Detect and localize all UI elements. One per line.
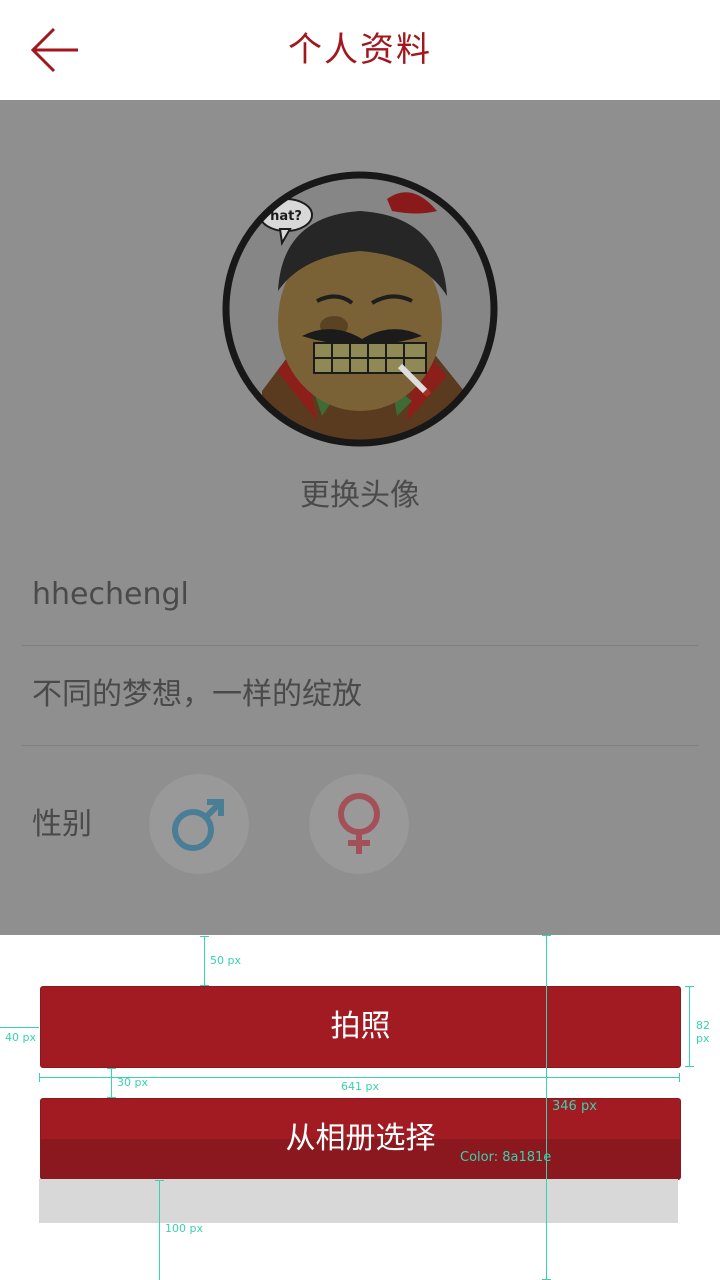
- annotation-line: [689, 986, 690, 1067]
- photo-action-sheet: 拍照 从相册选择: [0, 935, 720, 1280]
- annotation-line: [204, 936, 205, 986]
- female-symbol-icon: [338, 793, 380, 854]
- annotation-left-gap: 40 px: [5, 1031, 36, 1044]
- male-symbol-icon: [172, 799, 224, 851]
- username-text: hhechengl: [32, 577, 189, 612]
- avatar-image: hat?: [222, 171, 498, 447]
- annotation-tick: [685, 986, 694, 987]
- annotation-top-gap: 50 px: [210, 954, 241, 967]
- annotation-line: [0, 1027, 39, 1028]
- gender-label: 性别: [32, 807, 92, 842]
- annotation-tick: [679, 1073, 680, 1082]
- annotation-color: Color: 8a181e: [460, 1150, 551, 1165]
- avatar[interactable]: hat?: [222, 171, 498, 447]
- annotation-button-width: 641 px: [341, 1080, 379, 1093]
- annotation-sheet-height: 346 px: [552, 1099, 597, 1114]
- top-bar: 个人资料: [0, 0, 720, 100]
- annotation-tick: [39, 1073, 40, 1082]
- annotation-tick: [155, 1180, 164, 1181]
- signature-row[interactable]: 不同的梦想，一样的绽放: [22, 645, 698, 746]
- annotation-button-height: 82 px: [696, 1019, 710, 1045]
- annotation-tick: [200, 936, 209, 937]
- annotation-line: [111, 1068, 112, 1098]
- page: 个人资料 hat? 更换头像 hhechengl 不同的梦想，一样的绽放 性别 …: [0, 0, 720, 1280]
- change-avatar-label[interactable]: 更换头像: [0, 470, 720, 514]
- take-photo-button[interactable]: 拍照: [40, 986, 681, 1068]
- annotation-color-value: 8a181e: [502, 1150, 552, 1165]
- annotation-bottom-gap: 100 px: [165, 1222, 203, 1235]
- annotation-button-gap: 30 px: [117, 1076, 148, 1089]
- avatar-bubble-text: hat?: [270, 209, 302, 224]
- gender-female-button[interactable]: [309, 774, 409, 874]
- signature-text: 不同的梦想，一样的绽放: [32, 677, 362, 712]
- gender-male-button[interactable]: [149, 774, 249, 874]
- annotation-tick: [200, 985, 209, 986]
- annotation-color-label: Color:: [460, 1150, 499, 1165]
- annotation-tick: [107, 1097, 116, 1098]
- annotation-tick: [107, 1068, 116, 1069]
- annotation-line: [546, 935, 547, 1280]
- sheet-bottom-strip: [39, 1179, 678, 1223]
- username-row[interactable]: hhechengl: [22, 545, 698, 646]
- annotation-tick: [685, 1066, 694, 1067]
- profile-content-overlay: hat? 更换头像 hhechengl 不同的梦想，一样的绽放 性别: [0, 100, 720, 935]
- page-title: 个人资料: [288, 30, 432, 70]
- annotation-line: [159, 1180, 160, 1280]
- annotation-tick: [542, 935, 551, 936]
